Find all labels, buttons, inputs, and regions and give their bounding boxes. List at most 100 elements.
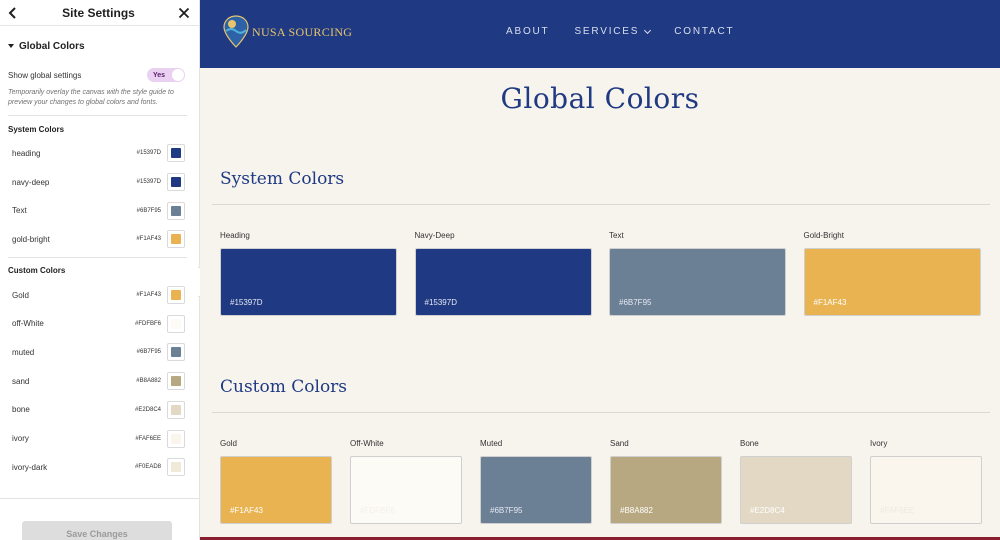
color-card-label: Gold-Bright xyxy=(803,231,844,240)
save-changes-button[interactable]: Save Changes xyxy=(22,521,172,540)
logo-text: NUSA SOURCING xyxy=(252,24,353,39)
custom-colors-list: Gold #F1AF43 off-White #FDFBF6 muted #6B7F95 s… xyxy=(0,281,199,482)
color-card-swatch: #F1AF43 xyxy=(803,248,981,316)
color-swatch xyxy=(171,177,181,188)
color-card-swatch: #15397D xyxy=(414,248,592,316)
color-swatch-picker[interactable] xyxy=(167,343,185,362)
color-card-hex: #F1AF43 xyxy=(230,506,263,515)
color-name: heading xyxy=(12,148,41,158)
color-row[interactable]: sand #B8A882 xyxy=(0,367,199,396)
nav-contact[interactable]: CONTACT xyxy=(674,26,734,37)
page-title: Global Colors xyxy=(500,82,700,115)
color-swatch-picker[interactable] xyxy=(167,314,185,333)
color-swatch-picker[interactable] xyxy=(167,201,185,220)
system-colors-heading: System Colors xyxy=(220,169,345,189)
color-swatch-picker[interactable] xyxy=(167,400,185,419)
color-name: gold-bright xyxy=(12,234,50,244)
show-global-settings-toggle[interactable]: Yes xyxy=(147,68,185,82)
color-name: ivory-dark xyxy=(12,462,48,472)
color-name: ivory xyxy=(12,434,29,444)
color-card-swatch: #B8A882 xyxy=(610,456,722,524)
color-hex: #FAF6EE xyxy=(135,435,161,442)
show-global-settings-label: Show global settings xyxy=(8,70,82,80)
color-row[interactable]: navy-deep #15397D xyxy=(0,168,199,197)
color-row[interactable]: ivory-dark #F0EAD8 xyxy=(0,453,199,482)
color-row[interactable]: Text #6B7F95 xyxy=(0,196,199,225)
color-hex: #F0EAD8 xyxy=(134,464,161,471)
color-swatch xyxy=(171,376,181,387)
color-hex: #6B7F95 xyxy=(136,207,161,214)
color-row[interactable]: Gold #F1AF43 xyxy=(0,281,199,310)
divider xyxy=(8,115,187,116)
section-title: Global Colors xyxy=(19,40,85,52)
nav-about[interactable]: ABOUT xyxy=(506,26,549,37)
color-hex: #F1AF43 xyxy=(136,292,161,299)
custom-colors-title: Custom Colors xyxy=(8,266,66,276)
color-card-hex: #6B7F95 xyxy=(619,298,652,307)
section-divider xyxy=(212,412,990,413)
nav-services[interactable]: SERVICES xyxy=(574,26,652,37)
back-arrow-icon[interactable] xyxy=(6,6,20,20)
color-swatch-picker[interactable] xyxy=(167,144,185,163)
color-card-hex: #F1AF43 xyxy=(813,298,847,307)
color-card-label: Sand xyxy=(610,439,629,448)
color-swatch xyxy=(171,205,181,216)
color-card-label: Text xyxy=(609,231,624,240)
color-swatch xyxy=(171,318,181,329)
section-divider xyxy=(212,204,990,205)
color-row[interactable]: off-White #FDFBF6 xyxy=(0,309,199,338)
color-card-swatch: #E2D8C4 xyxy=(740,456,852,524)
color-swatch xyxy=(171,404,181,415)
color-row[interactable]: heading #15397D xyxy=(0,139,199,168)
color-swatch-picker[interactable] xyxy=(167,173,185,192)
divider xyxy=(8,256,187,258)
custom-colors-heading: Custom Colors xyxy=(220,377,348,397)
color-swatch xyxy=(171,433,181,444)
color-hex: #E2D8C4 xyxy=(134,406,161,413)
color-card-label: Heading xyxy=(220,231,250,240)
color-card-swatch: #15397D xyxy=(220,248,397,316)
color-name: sand xyxy=(12,376,30,386)
color-swatch-picker[interactable] xyxy=(167,286,185,305)
color-card-hex: #15397D xyxy=(230,298,263,307)
color-card-swatch: #6B7F95 xyxy=(609,248,786,316)
color-card-swatch: #FAF6EE xyxy=(870,456,982,524)
show-global-settings-row: Show global settings Yes xyxy=(0,66,199,84)
close-icon[interactable] xyxy=(177,6,191,20)
color-swatch-picker[interactable] xyxy=(167,372,185,391)
color-name: Gold xyxy=(12,290,29,300)
color-card-hex: #B8A882 xyxy=(620,506,653,515)
toggle-label: Yes xyxy=(153,71,166,79)
color-card-label: Ivory xyxy=(870,439,888,448)
global-colors-section-toggle[interactable]: Global Colors xyxy=(0,26,199,66)
color-card-label: Navy-Deep xyxy=(414,231,455,240)
color-card-label: Bone xyxy=(740,439,759,448)
nusa-logo-icon xyxy=(223,15,249,48)
main-nav: ABOUT SERVICES CONTACT xyxy=(506,26,734,37)
chevron-down-icon xyxy=(644,26,652,34)
color-card-label: Off-White xyxy=(350,439,384,448)
color-card-swatch: #FDFBF6 xyxy=(350,456,462,524)
overlay-hint-text: Temporarily overlay the canvas with the … xyxy=(8,89,174,106)
color-swatch-picker[interactable] xyxy=(167,458,185,477)
color-name: Text xyxy=(12,206,27,216)
color-swatch xyxy=(171,347,181,358)
panel-title: Site Settings xyxy=(62,5,135,20)
color-hex: #6B7F95 xyxy=(136,349,161,356)
color-row[interactable]: bone #E2D8C4 xyxy=(0,396,199,425)
color-row[interactable]: muted #6B7F95 xyxy=(0,338,199,367)
color-card-hex: #6B7F95 xyxy=(490,506,523,515)
color-card-hex: #FAF6EE xyxy=(880,506,915,515)
color-swatch-picker[interactable] xyxy=(167,230,185,249)
color-row[interactable]: gold-bright #F1AF43 xyxy=(0,225,199,254)
color-card-hex: #E2D8C4 xyxy=(750,506,785,515)
color-row[interactable]: ivory #FAF6EE xyxy=(0,424,199,453)
site-header: NUSA SOURCING ABOUT SERVICES CONTACT xyxy=(200,0,1000,68)
color-name: navy-deep xyxy=(12,177,50,187)
color-swatch-picker[interactable] xyxy=(167,429,185,448)
color-swatch xyxy=(171,234,181,245)
color-name: muted xyxy=(12,347,35,357)
site-logo[interactable]: NUSA SOURCING xyxy=(222,14,352,50)
color-card-label: Muted xyxy=(480,439,503,448)
color-swatch xyxy=(171,290,181,301)
